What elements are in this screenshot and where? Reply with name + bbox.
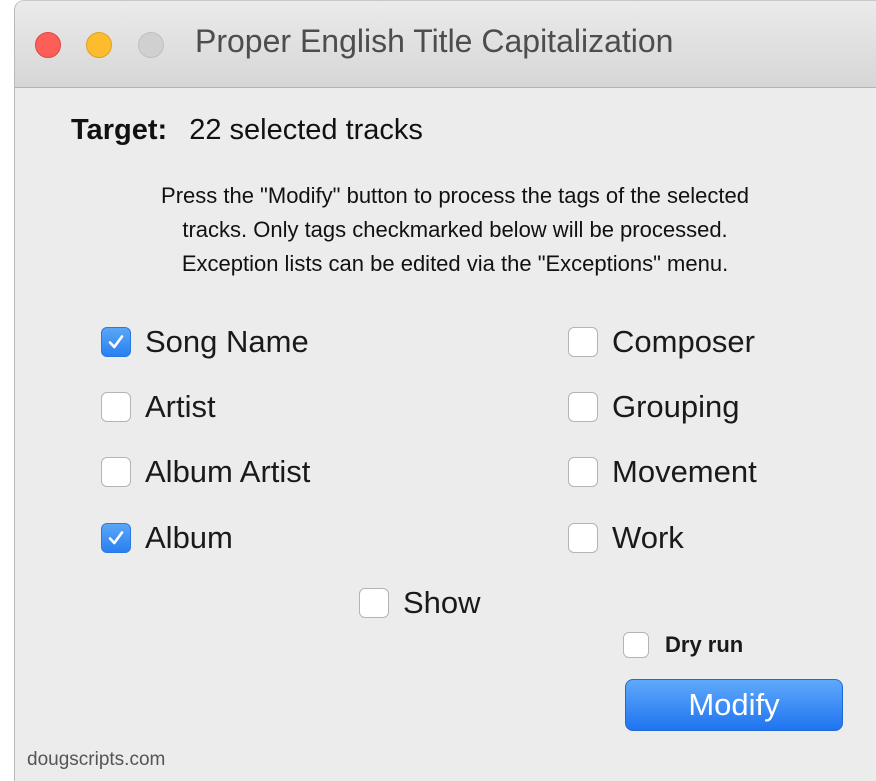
checkbox-grouping[interactable]: Grouping [568, 387, 740, 427]
checkbox-box[interactable] [623, 632, 649, 658]
checkbox-box[interactable] [568, 327, 598, 357]
target-value: 22 selected tracks [189, 114, 423, 146]
checkbox-label: Grouping [612, 389, 740, 424]
checkbox-label: Song Name [145, 324, 309, 359]
checkbox-box[interactable] [568, 392, 598, 422]
window: Proper English Title Capitalization Targ… [14, 0, 876, 781]
window-title: Proper English Title Capitalization [195, 23, 674, 59]
checkbox-song-name[interactable]: Song Name [101, 322, 309, 362]
instructions-line: Exception lists can be edited via the "E… [181, 251, 729, 276]
checkbox-composer[interactable]: Composer [568, 322, 755, 362]
zoom-button [138, 32, 164, 58]
checkbox-label: Dry run [665, 632, 744, 657]
target-row: Target: 22 selected tracks [71, 114, 423, 147]
checkbox-box[interactable] [101, 327, 131, 357]
checkbox-box[interactable] [101, 523, 131, 553]
checkbox-box[interactable] [568, 523, 598, 553]
checkbox-movement[interactable]: Movement [568, 452, 757, 492]
close-button[interactable] [35, 32, 61, 58]
checkbox-label: Movement [612, 454, 757, 489]
footer-credit: dougscripts.com [27, 749, 166, 770]
checkmark-icon [108, 531, 124, 545]
checkbox-label: Album [145, 520, 233, 555]
instructions-line: Press the "Modify" button to process the… [161, 183, 749, 208]
checkbox-label: Composer [612, 324, 755, 359]
minimize-button[interactable] [86, 32, 112, 58]
checkmark-icon [108, 335, 124, 349]
target-label: Target: [71, 114, 168, 146]
checkbox-box[interactable] [101, 392, 131, 422]
checkbox-box[interactable] [101, 457, 131, 487]
title-bar: Proper English Title Capitalization [15, 1, 876, 88]
checkbox-album-artist[interactable]: Album Artist [101, 452, 310, 492]
instructions-text: Press the "Modify" button to process the… [45, 179, 865, 281]
checkbox-artist[interactable]: Artist [101, 387, 216, 427]
checkbox-box[interactable] [568, 457, 598, 487]
modify-button[interactable]: Modify [625, 679, 843, 731]
checkbox-work[interactable]: Work [568, 518, 684, 558]
instructions-line: tracks. Only tags checkmarked below will… [182, 217, 728, 242]
checkbox-dry-run[interactable]: Dry run [623, 625, 743, 665]
checkbox-show[interactable]: Show [359, 583, 481, 623]
checkbox-label: Artist [145, 389, 216, 424]
checkbox-label: Work [612, 520, 684, 555]
checkbox-album[interactable]: Album [101, 518, 233, 558]
checkbox-label: Show [403, 585, 481, 620]
checkbox-label: Album Artist [145, 454, 311, 489]
checkbox-box[interactable] [359, 588, 389, 618]
